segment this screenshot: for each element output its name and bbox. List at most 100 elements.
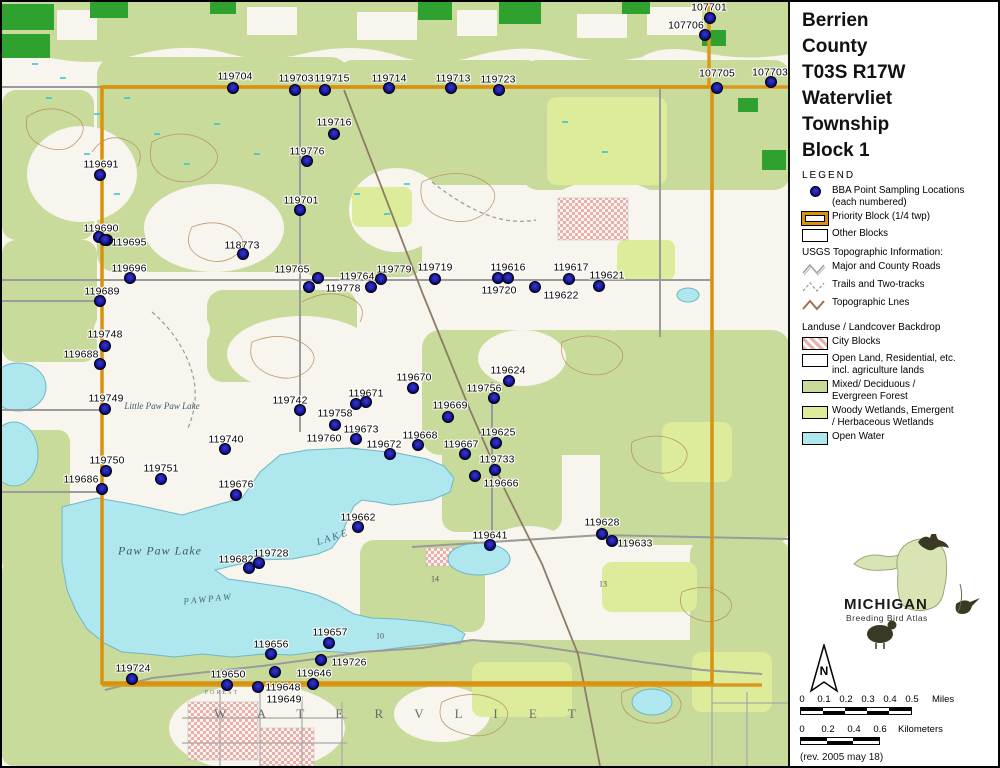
bba-point-119688[interactable]: [94, 358, 106, 370]
bba-point-119641[interactable]: [484, 539, 496, 551]
bba-point-119668[interactable]: [412, 439, 424, 451]
point-label-107706: 107706: [668, 21, 704, 32]
tick-label: 0: [799, 724, 804, 735]
bba-point-119686[interactable]: [96, 483, 108, 495]
legend-label: incl. agriculture lands: [832, 365, 956, 377]
bba-point-118773[interactable]: [237, 248, 249, 260]
trail: [432, 182, 536, 221]
bba-point-119666[interactable]: [469, 470, 481, 482]
bba-point-119649[interactable]: [269, 666, 281, 678]
bba-point-119650[interactable]: [221, 679, 233, 691]
wetland-patch: [547, 97, 667, 185]
point-label-119748: 119748: [87, 330, 122, 341]
bba-point-119633[interactable]: [606, 535, 618, 547]
tick-label: 0.4: [847, 724, 860, 735]
bba-point-107705[interactable]: [711, 82, 723, 94]
bba-point-119676[interactable]: [230, 489, 242, 501]
legend-label: Mixed/ Deciduous /: [832, 379, 915, 391]
open-land-patch: [27, 126, 137, 222]
bba-point-119673[interactable]: [350, 433, 362, 445]
bba-point[interactable]: [99, 234, 111, 246]
bba-point-119716[interactable]: [328, 128, 340, 140]
legend-item-major-roads: Major and County Roads: [802, 261, 1000, 276]
legend-label: Trails and Two-tracks: [832, 279, 925, 291]
usgs-heading: USGS Topographic Information:: [802, 247, 1000, 258]
bba-point-107703[interactable]: [765, 76, 777, 88]
bba-point-119696[interactable]: [124, 272, 136, 284]
point-label-107705: 107705: [699, 69, 735, 80]
bba-point-119670[interactable]: [407, 382, 419, 394]
bba-point-119742[interactable]: [294, 404, 306, 416]
bba-point-119669[interactable]: [442, 411, 454, 423]
tick-label: 0.2: [821, 724, 834, 735]
legend-item-bba-points: BBA Point Sampling Locations (each numbe…: [802, 185, 1000, 208]
bba-point-119689[interactable]: [94, 295, 106, 307]
side-panel: Berrien County T03S R17W Watervliet Town…: [792, 2, 1000, 766]
bba-point-119750[interactable]: [100, 465, 112, 477]
open-land-patch: [577, 14, 627, 38]
bba-point-119715[interactable]: [319, 84, 331, 96]
bba-point-119764[interactable]: [365, 281, 377, 293]
bba-point-119728[interactable]: [253, 557, 265, 569]
place-label: FOREST: [205, 690, 239, 696]
bba-point-119667[interactable]: [459, 448, 471, 460]
wetland-patch: [617, 240, 675, 280]
bba-point-swatch: [810, 186, 821, 197]
legend-item-topo-lines: Topographic Lnes: [802, 297, 1000, 312]
open-water-swatch: [802, 432, 828, 445]
bba-point[interactable]: [360, 396, 372, 408]
km-unit: Kilometers: [898, 724, 943, 735]
bba-point-119776[interactable]: [301, 155, 313, 167]
bba-point-119723[interactable]: [493, 84, 505, 96]
map-title: Berrien County T03S R17W Watervliet Town…: [802, 8, 1000, 164]
point-label-119673: 119673: [343, 425, 378, 436]
legend-label: Priority Block (1/4 twp): [832, 211, 930, 223]
point-label-119666: 119666: [483, 479, 518, 490]
scale-bar-km: 00.20.40.6 Kilometers: [800, 724, 1000, 745]
point-label-119765: 119765: [274, 265, 309, 276]
bba-point-119704[interactable]: [227, 82, 239, 94]
place-label: Little Paw Paw Lake: [124, 401, 199, 411]
bba-point-119691[interactable]: [94, 169, 106, 181]
bba-point[interactable]: [502, 272, 514, 284]
bba-point-119672[interactable]: [384, 448, 396, 460]
bba-point-119656[interactable]: [265, 648, 277, 660]
bba-point-119779[interactable]: [375, 273, 387, 285]
dense-forest-block: [90, 2, 128, 18]
bba-point-119621[interactable]: [593, 280, 605, 292]
bba-point-119701[interactable]: [294, 204, 306, 216]
scale-bar-miles: 00.10.20.30.40.5 Miles: [800, 694, 1000, 715]
bba-point-119624[interactable]: [503, 375, 515, 387]
legend-item-forest: Mixed/ Deciduous / Evergreen Forest: [802, 379, 1000, 402]
bba-point-119719[interactable]: [429, 273, 441, 285]
tick-label: 0.3: [861, 694, 874, 705]
miles-tick-labels: 00.10.20.30.40.5: [800, 694, 1000, 706]
bba-point-119778[interactable]: [303, 281, 315, 293]
bba-point-119751[interactable]: [155, 473, 167, 485]
bba-point-119733[interactable]: [489, 464, 501, 476]
bba-point-119758[interactable]: [329, 419, 341, 431]
bba-point-119726[interactable]: [315, 654, 327, 666]
legend-label: BBA Point Sampling Locations: [832, 185, 964, 197]
bba-point-119617[interactable]: [563, 273, 575, 285]
bba-point-119648[interactable]: [252, 681, 264, 693]
bba-point-119713[interactable]: [445, 82, 457, 94]
bba-point-119625[interactable]: [490, 437, 502, 449]
bba-point-119740[interactable]: [219, 443, 231, 455]
bba-point-107701[interactable]: [704, 12, 716, 24]
legend-label: Other Blocks: [832, 228, 888, 240]
legend-label: Major and County Roads: [832, 261, 940, 273]
point-label-119719: 119719: [417, 263, 452, 274]
bba-point-119724[interactable]: [126, 673, 138, 685]
bba-point-119714[interactable]: [383, 82, 395, 94]
bba-point-119748[interactable]: [99, 340, 111, 352]
bba-point-119662[interactable]: [352, 521, 364, 533]
bba-point-119703[interactable]: [289, 84, 301, 96]
bba-point-119749[interactable]: [99, 403, 111, 415]
bba-point-119765[interactable]: [312, 272, 324, 284]
bba-point-119756[interactable]: [488, 392, 500, 404]
bba-point-119720[interactable]: [529, 281, 541, 293]
bba-point-119646[interactable]: [307, 678, 319, 690]
bba-point-119657[interactable]: [323, 637, 335, 649]
bba-point-107706[interactable]: [699, 29, 711, 41]
